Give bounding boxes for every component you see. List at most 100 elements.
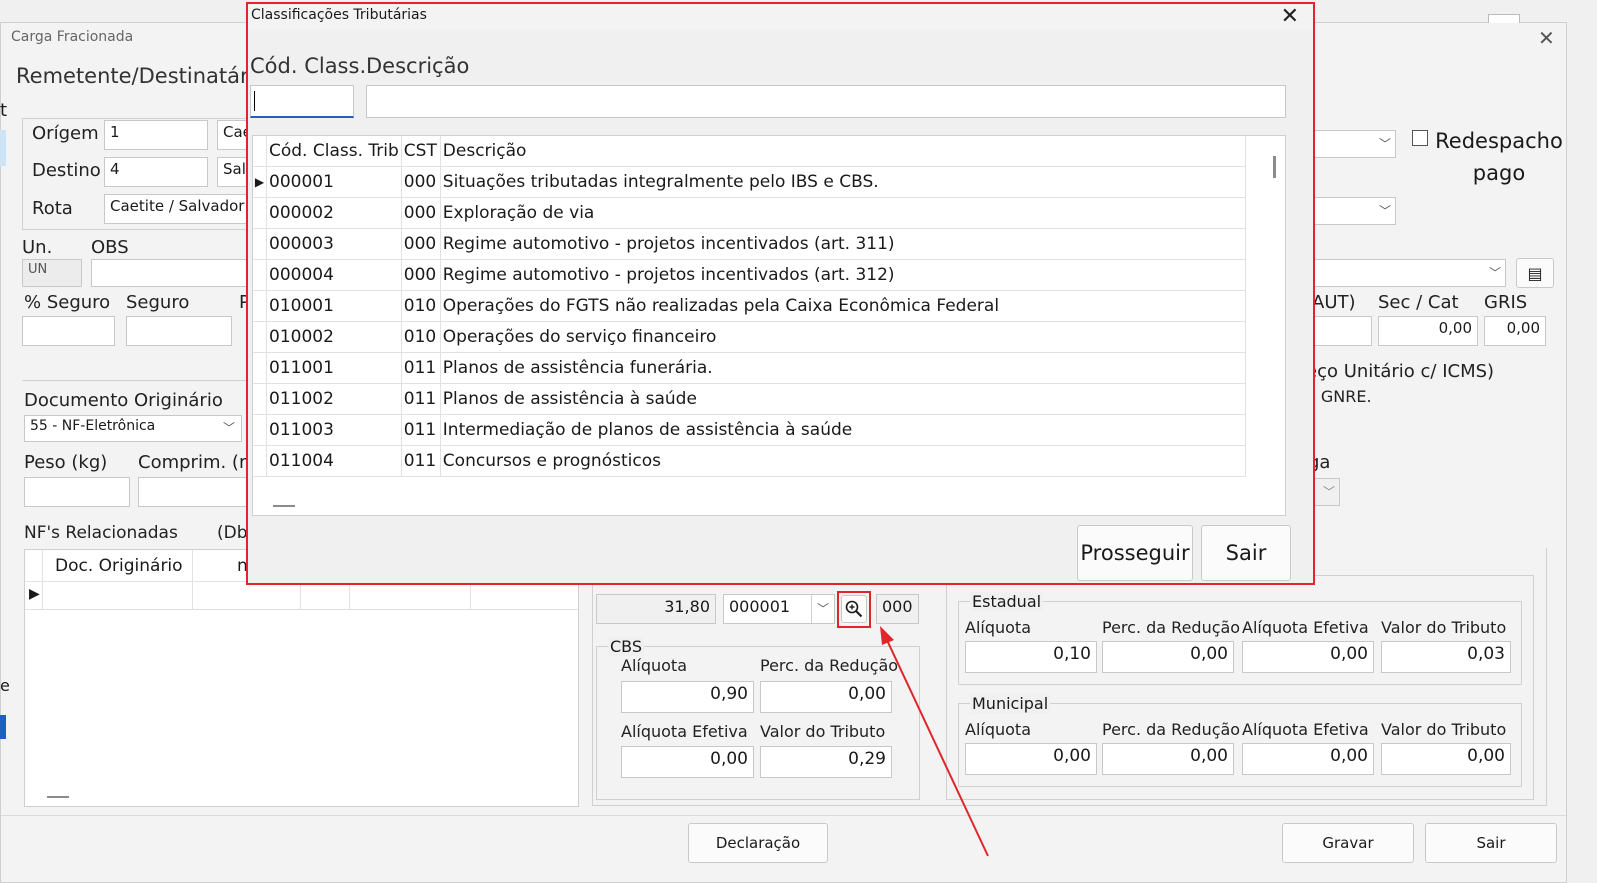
chevron-down-icon: ﹀: [1322, 485, 1335, 499]
window-title: Carga Fracionada: [11, 29, 134, 45]
window-close-icon[interactable]: ✕: [1538, 26, 1555, 50]
table-row[interactable]: 011004 011 Concursos e prognósticos: [253, 445, 1246, 477]
redespacho-label: Redespacho pago: [1435, 129, 1563, 185]
chevron-down-icon: ﹀: [811, 595, 834, 623]
list-icon[interactable]: ▤: [1516, 258, 1554, 288]
classificacoes-tributarias-dialog: Classificações Tributárias ✕ Cód. Class.…: [246, 2, 1315, 585]
preco-unitario-text: eço Unitário c/ ICMS): [1306, 361, 1495, 382]
col-descricao: Descrição: [440, 136, 1246, 167]
seguro-pct-input[interactable]: [22, 316, 115, 346]
declaracao-button[interactable]: Declaração: [688, 823, 828, 863]
cod-class-label: Cód. Class.: [250, 54, 367, 78]
classificacoes-grid[interactable]: Cód. Class. Trib CST Descrição ▶ 000001 00…: [252, 135, 1286, 516]
right-select-3[interactable]: ﹀: [1310, 259, 1506, 287]
cbs-legend: CBS: [608, 637, 645, 656]
grid-vertical-scrollbar[interactable]: [1265, 136, 1285, 515]
row-indicator-cell: [253, 414, 267, 446]
estadual-valor-tributo-input[interactable]: 0,03: [1381, 641, 1511, 673]
right-select-1[interactable]: ﹀: [1310, 130, 1396, 158]
estadual-aliquota-efetiva-input[interactable]: 0,00: [1242, 641, 1374, 673]
table-row[interactable]: 000003 000 Regime automotivo - projetos in…: [253, 228, 1246, 260]
gris-label: GRIS: [1484, 292, 1528, 313]
dialog-title: Classificações Tributárias: [251, 7, 427, 23]
destino-label: Destino: [32, 160, 101, 181]
row-indicator-cell: [253, 445, 267, 477]
rota-field[interactable]: Caetite / Salvador: [104, 194, 254, 224]
nf-grid-line: [25, 609, 578, 610]
gravar-button[interactable]: Gravar: [1282, 823, 1414, 863]
table-row[interactable]: 011003 011 Intermediação de planos de assi…: [253, 414, 1246, 446]
cell-descricao: Operações do serviço financeiro: [440, 321, 1246, 353]
cell-cst: 000: [401, 166, 441, 198]
estadual-aliquota-efetiva-label: Alíquota Efetiva: [1242, 618, 1369, 637]
cell-cst: 011: [401, 445, 441, 477]
doc-orig-select[interactable]: 55 - NF-Eletrônica ﹀: [24, 415, 242, 442]
row-indicator-cell: [253, 228, 267, 260]
comprim-label: Comprim. (m: [138, 452, 257, 473]
aut-input[interactable]: [1312, 316, 1372, 346]
cell-descricao: Intermediação de planos de assistência à…: [440, 414, 1246, 446]
cell-descricao: Operações do FGTS não realizadas pela Ca…: [440, 290, 1246, 322]
cell-cst: 010: [401, 290, 441, 322]
row-indicator-icon: ▶: [253, 166, 267, 198]
table-row[interactable]: ▶ 000001 000 Situações tributadas integralm…: [253, 166, 1246, 198]
obs-field[interactable]: [91, 259, 251, 287]
estadual-perc-reducao-label: Perc. da Redução: [1102, 618, 1241, 637]
estadual-perc-reducao-input[interactable]: 0,00: [1102, 641, 1234, 673]
cell-cod-class-trib: 000004: [266, 259, 402, 291]
row-indicator-cell: [253, 197, 267, 229]
row-indicator-cell: [253, 352, 267, 384]
cell-cod-class-trib: 010001: [266, 290, 402, 322]
cell-cod-class-trib: 011001: [266, 352, 402, 384]
table-row[interactable]: 000004 000 Regime automotivo - projetos in…: [253, 259, 1246, 291]
cod-class-input[interactable]: [250, 85, 354, 118]
class-trib-select[interactable]: 000001 ﹀: [723, 594, 835, 624]
seguro-pct-label: % Seguro: [24, 292, 111, 313]
municipal-perc-reducao-input[interactable]: 0,00: [1102, 743, 1234, 775]
gris-input[interactable]: 0,00: [1484, 316, 1546, 346]
scroll-thumb[interactable]: [1273, 156, 1276, 178]
right-select-2[interactable]: ﹀: [1310, 197, 1396, 225]
peso-input[interactable]: [24, 477, 130, 507]
cbs-aliquota-efetiva-input[interactable]: 0,00: [621, 746, 754, 778]
aut-label: AUT): [1312, 292, 1356, 313]
municipal-aliquota-efetiva-input[interactable]: 0,00: [1242, 743, 1374, 775]
cell-cod-class-trib: 000003: [266, 228, 402, 260]
divider: [22, 380, 248, 381]
sec-cat-input[interactable]: 0,00: [1378, 316, 1478, 346]
nf-grid[interactable]: Doc. Originário n ▶: [24, 549, 579, 807]
table-row[interactable]: 010001 010 Operações do FGTS não realizada…: [253, 290, 1246, 322]
nf-grid-line: [300, 581, 301, 610]
origem-input[interactable]: 1: [104, 120, 208, 150]
text-cursor: [254, 91, 255, 111]
destino-input[interactable]: 4: [104, 157, 208, 187]
cbs-aliquota-input[interactable]: 0,90: [621, 681, 754, 713]
cell-cod-class-trib: 010002: [266, 321, 402, 353]
grid-horizontal-scroll-thumb[interactable]: [273, 505, 295, 507]
comprim-input[interactable]: [138, 477, 248, 507]
municipal-valor-tributo-input[interactable]: 0,00: [1381, 743, 1511, 775]
row-indicator-cell: [253, 259, 267, 291]
cell-descricao: Concursos e prognósticos: [440, 445, 1246, 477]
redespacho-checkbox[interactable]: [1412, 130, 1428, 146]
descricao-label: Descrição: [366, 54, 470, 78]
descricao-input[interactable]: [366, 85, 1286, 118]
doc-orig-label: Documento Originário: [24, 390, 223, 411]
close-icon[interactable]: ✕: [1281, 4, 1299, 29]
modal-sair-button[interactable]: Sair: [1201, 525, 1291, 581]
prosseguir-button[interactable]: Prosseguir: [1077, 525, 1193, 581]
table-row[interactable]: 011001 011 Planos de assistência funerária…: [253, 352, 1246, 384]
left-edge-fragment: t: [0, 100, 8, 121]
table-row[interactable]: 010002 010 Operações do serviço financeiro: [253, 321, 1246, 353]
seguro-input[interactable]: [126, 316, 232, 346]
nf-grid-scroll-thumb[interactable]: [47, 796, 69, 798]
table-row[interactable]: 011002 011 Planos de assistência à saúde: [253, 383, 1246, 415]
sair-button[interactable]: Sair: [1425, 823, 1557, 863]
col-cod-class-trib: Cód. Class. Trib: [266, 136, 402, 167]
cbs-aliquota-efetiva-label: Alíquota Efetiva: [621, 722, 748, 741]
col-cst: CST: [401, 136, 441, 167]
municipal-perc-reducao-label: Perc. da Redução: [1102, 720, 1241, 739]
cell-descricao: Planos de assistência à saúde: [440, 383, 1246, 415]
left-edge-selection: [0, 130, 6, 166]
table-row[interactable]: 000002 000 Exploração de via: [253, 197, 1246, 229]
